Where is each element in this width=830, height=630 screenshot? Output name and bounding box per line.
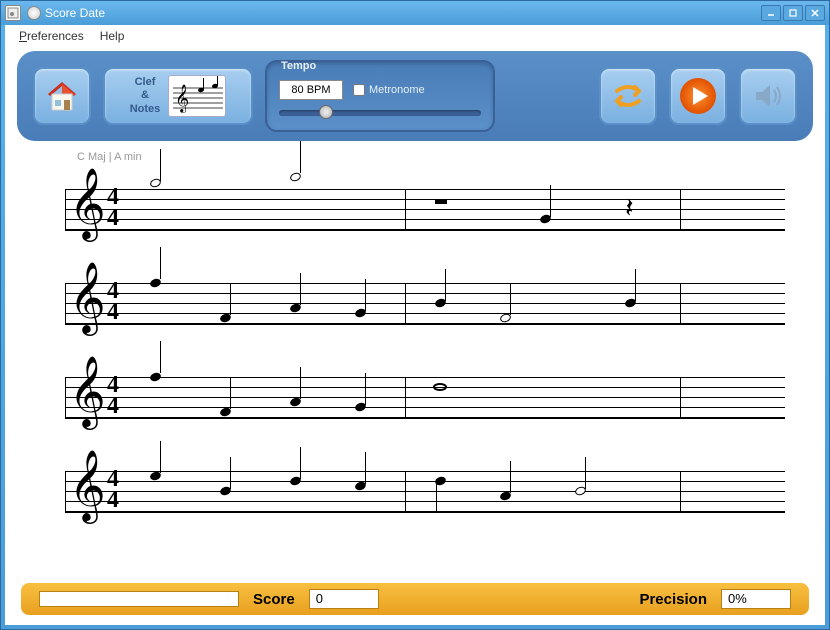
menubar: Preferences Help (5, 25, 825, 47)
secondary-icon (27, 6, 41, 20)
metronome-toggle[interactable]: Metronome (353, 84, 425, 96)
speaker-icon (750, 78, 786, 114)
titlebar[interactable]: Score Date (1, 1, 829, 25)
score-label: Score (253, 591, 295, 608)
status-bar: Score 0 Precision 0% (21, 583, 809, 615)
precision-value: 0% (721, 589, 791, 609)
toolbar: Clef & Notes 𝄞 (17, 51, 813, 141)
play-button[interactable] (669, 67, 727, 125)
svg-text:𝄞: 𝄞 (175, 85, 189, 113)
tempo-panel: Tempo Metronome (265, 60, 495, 132)
metronome-checkbox[interactable] (353, 84, 365, 96)
menu-preferences[interactable]: Preferences (13, 27, 90, 45)
tempo-input[interactable] (279, 80, 343, 100)
sound-button[interactable] (739, 67, 797, 125)
staff-row-1: 𝄞 44 𝄽 (65, 165, 785, 257)
staff-row-2: 𝄞 44 (65, 259, 785, 351)
app-icon (5, 5, 21, 21)
staff-row-4: 𝄞 44 (65, 447, 785, 539)
home-icon (42, 76, 82, 116)
time-signature: 44 (107, 187, 119, 229)
treble-clef-icon: 𝄞 (69, 361, 106, 423)
treble-clef-icon: 𝄞 (69, 173, 106, 235)
shuffle-icon (609, 77, 647, 115)
time-signature: 44 (107, 375, 119, 417)
tempo-slider[interactable] (279, 110, 481, 116)
time-signature: 44 (107, 469, 119, 511)
key-signature-label: C Maj | A min (77, 151, 785, 163)
maximize-button[interactable] (783, 5, 803, 21)
close-button[interactable] (805, 5, 825, 21)
score-value: 0 (309, 589, 379, 609)
home-button[interactable] (33, 67, 91, 125)
staff-row-3: 𝄞 44 (65, 353, 785, 445)
minimize-button[interactable] (761, 5, 781, 21)
play-icon (677, 75, 719, 117)
tempo-slider-thumb[interactable] (319, 105, 333, 119)
score-area: C Maj | A min 𝄞 44 𝄽 (5, 141, 825, 579)
precision-label: Precision (639, 591, 707, 608)
time-signature: 44 (107, 281, 119, 323)
content-area: Preferences Help Clef & Notes (5, 25, 825, 625)
clef-notes-button[interactable]: Clef & Notes 𝄞 (103, 67, 253, 125)
menu-help[interactable]: Help (94, 27, 131, 45)
metronome-label: Metronome (369, 84, 425, 96)
progress-bar (39, 591, 239, 607)
tempo-label: Tempo (279, 60, 318, 72)
treble-clef-icon: 𝄞 (69, 267, 106, 329)
treble-clef-icon: 𝄞 (69, 455, 106, 517)
window-title: Score Date (45, 6, 761, 20)
clef-preview-icon: 𝄞 (168, 75, 226, 117)
clef-notes-label: Clef & Notes (130, 76, 161, 116)
shuffle-button[interactable] (599, 67, 657, 125)
app-window: Score Date Preferences Help (0, 0, 830, 630)
